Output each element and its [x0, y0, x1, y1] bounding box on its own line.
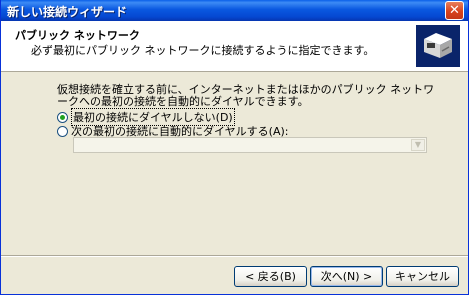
- radio-no-dial-indicator[interactable]: [57, 111, 68, 123]
- radio-auto-dial-indicator[interactable]: [57, 125, 68, 137]
- network-connection-icon: [416, 25, 460, 67]
- window-title: 新しい接続ウィザード: [7, 5, 128, 19]
- close-button[interactable]: ✕: [445, 1, 464, 20]
- chevron-down-icon[interactable]: ▼: [411, 139, 425, 151]
- close-icon: ✕: [449, 3, 460, 18]
- wizard-window: 新しい接続ウィザード ✕ パブリック ネットワーク 必ず最初にパブリック ネット…: [0, 0, 469, 295]
- back-button[interactable]: < 戻る(B): [234, 266, 307, 287]
- header-subtitle: 必ず最初にパブリック ネットワークに接続するように指定できます。: [31, 44, 375, 57]
- header-title: パブリック ネットワーク: [15, 29, 140, 42]
- wizard-header: パブリック ネットワーク 必ず最初にパブリック ネットワークに接続するように指定…: [1, 21, 468, 72]
- title-bar[interactable]: 新しい接続ウィザード ✕: [1, 0, 468, 21]
- next-button[interactable]: 次へ(N) >: [310, 266, 383, 287]
- radio-no-dial[interactable]: 最初の接続にダイヤルしない(D): [57, 108, 235, 126]
- cancel-button[interactable]: キャンセル: [386, 266, 459, 287]
- description-text: 仮想接続を確立する前に、インターネットまたはほかのパブリック ネットワークへの最…: [57, 83, 435, 108]
- connection-dropdown[interactable]: ▼: [73, 137, 427, 153]
- radio-auto-dial[interactable]: 次の最初の接続に自動的にダイヤルする(A):: [57, 124, 288, 138]
- footer-separator: [1, 255, 468, 257]
